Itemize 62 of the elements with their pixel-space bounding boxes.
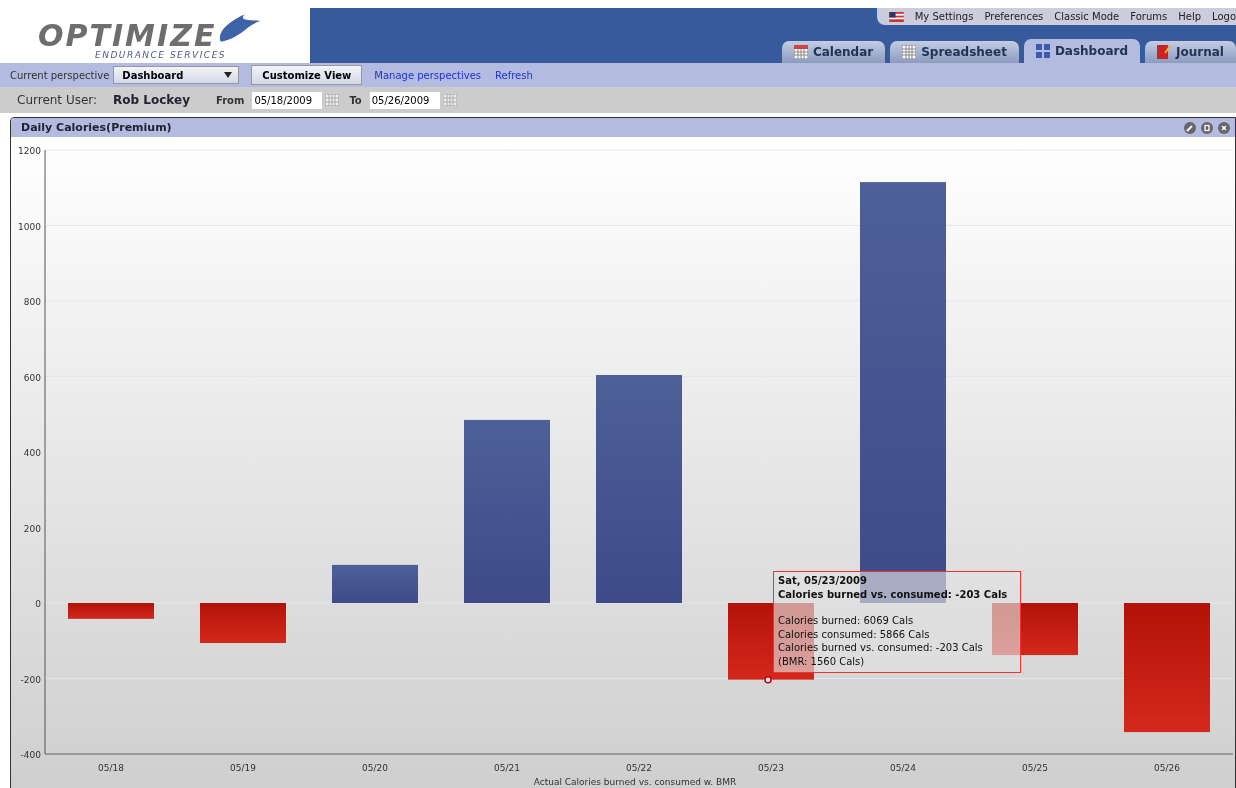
top-link[interactable]: Help: [1178, 11, 1201, 22]
perspective-dropdown[interactable]: Dashboard: [113, 66, 240, 84]
top-link[interactable]: Classic Mode: [1054, 11, 1120, 22]
from-date-field[interactable]: 05/18/2009: [252, 91, 323, 109]
tooltip-headline: Calories burned vs. consumed: -203 Cals: [778, 587, 1009, 601]
maximize-icon[interactable]: [1201, 121, 1213, 134]
x-tick-label: 05/25: [1022, 763, 1048, 773]
y-tick-label: 1000: [18, 221, 41, 232]
logo-tagline: ENDURANCE SERVICES: [95, 50, 227, 60]
dashboard-icon: [1035, 44, 1050, 58]
y-tick-label: 800: [23, 297, 41, 307]
edit-icon[interactable]: [1184, 121, 1196, 134]
calendar-icon[interactable]: [325, 94, 340, 106]
x-axis-title: Actual Calories burned vs. consumed w. BMR: [533, 777, 737, 787]
user-label: Current User:: [17, 93, 98, 107]
panel-title: Daily Calories(Premium): [21, 121, 172, 134]
close-icon[interactable]: [1218, 121, 1230, 134]
nav-tab[interactable]: Spreadsheet: [890, 41, 1019, 63]
data-point-marker: [764, 675, 772, 684]
chart-bar[interactable]: [992, 603, 1078, 656]
notebook-icon: [1157, 45, 1172, 59]
perspective-label: Current perspective: [10, 69, 110, 81]
nav-tab[interactable]: Dashboard: [1023, 39, 1141, 63]
perspective-link[interactable]: Manage perspectives: [374, 69, 482, 81]
nav-tab[interactable]: Journal: [1145, 41, 1236, 63]
perspective-link[interactable]: Refresh: [495, 69, 533, 81]
x-tick-label: 05/22: [626, 763, 652, 773]
x-tick-label: 05/26: [1154, 763, 1180, 773]
to-label: To: [349, 94, 362, 106]
caret-icon: [224, 72, 233, 78]
calendar-icon[interactable]: [442, 94, 457, 106]
grid-icon: [902, 45, 917, 59]
x-tick-label: 05/20: [362, 763, 388, 773]
tooltip-title: Sat, 05/23/2009: [778, 574, 868, 588]
x-tick-label: 05/21: [494, 763, 520, 773]
y-tick-label: 1200: [18, 146, 41, 156]
y-tick-label: 400: [23, 448, 41, 458]
tooltip-line: (BMR: 1560 Cals): [778, 654, 866, 668]
y-tick-label: 200: [23, 523, 41, 534]
y-tick-label: 0: [35, 599, 41, 609]
from-label: From: [215, 94, 245, 106]
tooltip-line: Calories consumed: 5866 Cals: [778, 627, 931, 641]
y-tick-label: -200: [20, 674, 41, 685]
x-tick-label: 05/18: [98, 763, 124, 773]
nav-tab[interactable]: Calendar: [781, 41, 886, 63]
y-tick-label: -400: [20, 750, 41, 760]
top-link[interactable]: Forums: [1130, 11, 1168, 22]
x-tick-label: 05/24: [890, 763, 916, 773]
chart-bar[interactable]: [332, 564, 418, 603]
tooltip-line: Calories burned: 6069 Cals: [778, 614, 915, 628]
calendar-icon: [793, 45, 808, 59]
flag-icon[interactable]: [888, 11, 904, 22]
y-tick-label: 600: [23, 372, 41, 383]
to-date-field[interactable]: 05/26/2009: [369, 91, 440, 109]
top-link[interactable]: Preferences: [984, 11, 1044, 22]
x-tick-label: 05/23: [758, 763, 784, 773]
x-tick-label: 05/19: [230, 763, 256, 773]
tooltip-line: Calories burned vs. consumed: -203 Cals: [778, 641, 984, 655]
customize-view-button[interactable]: Customize View: [251, 65, 363, 85]
user-name: Rob Lockey: [113, 93, 190, 107]
top-link[interactable]: My Settings: [914, 11, 974, 22]
top-link[interactable]: Logo: [1212, 11, 1236, 22]
